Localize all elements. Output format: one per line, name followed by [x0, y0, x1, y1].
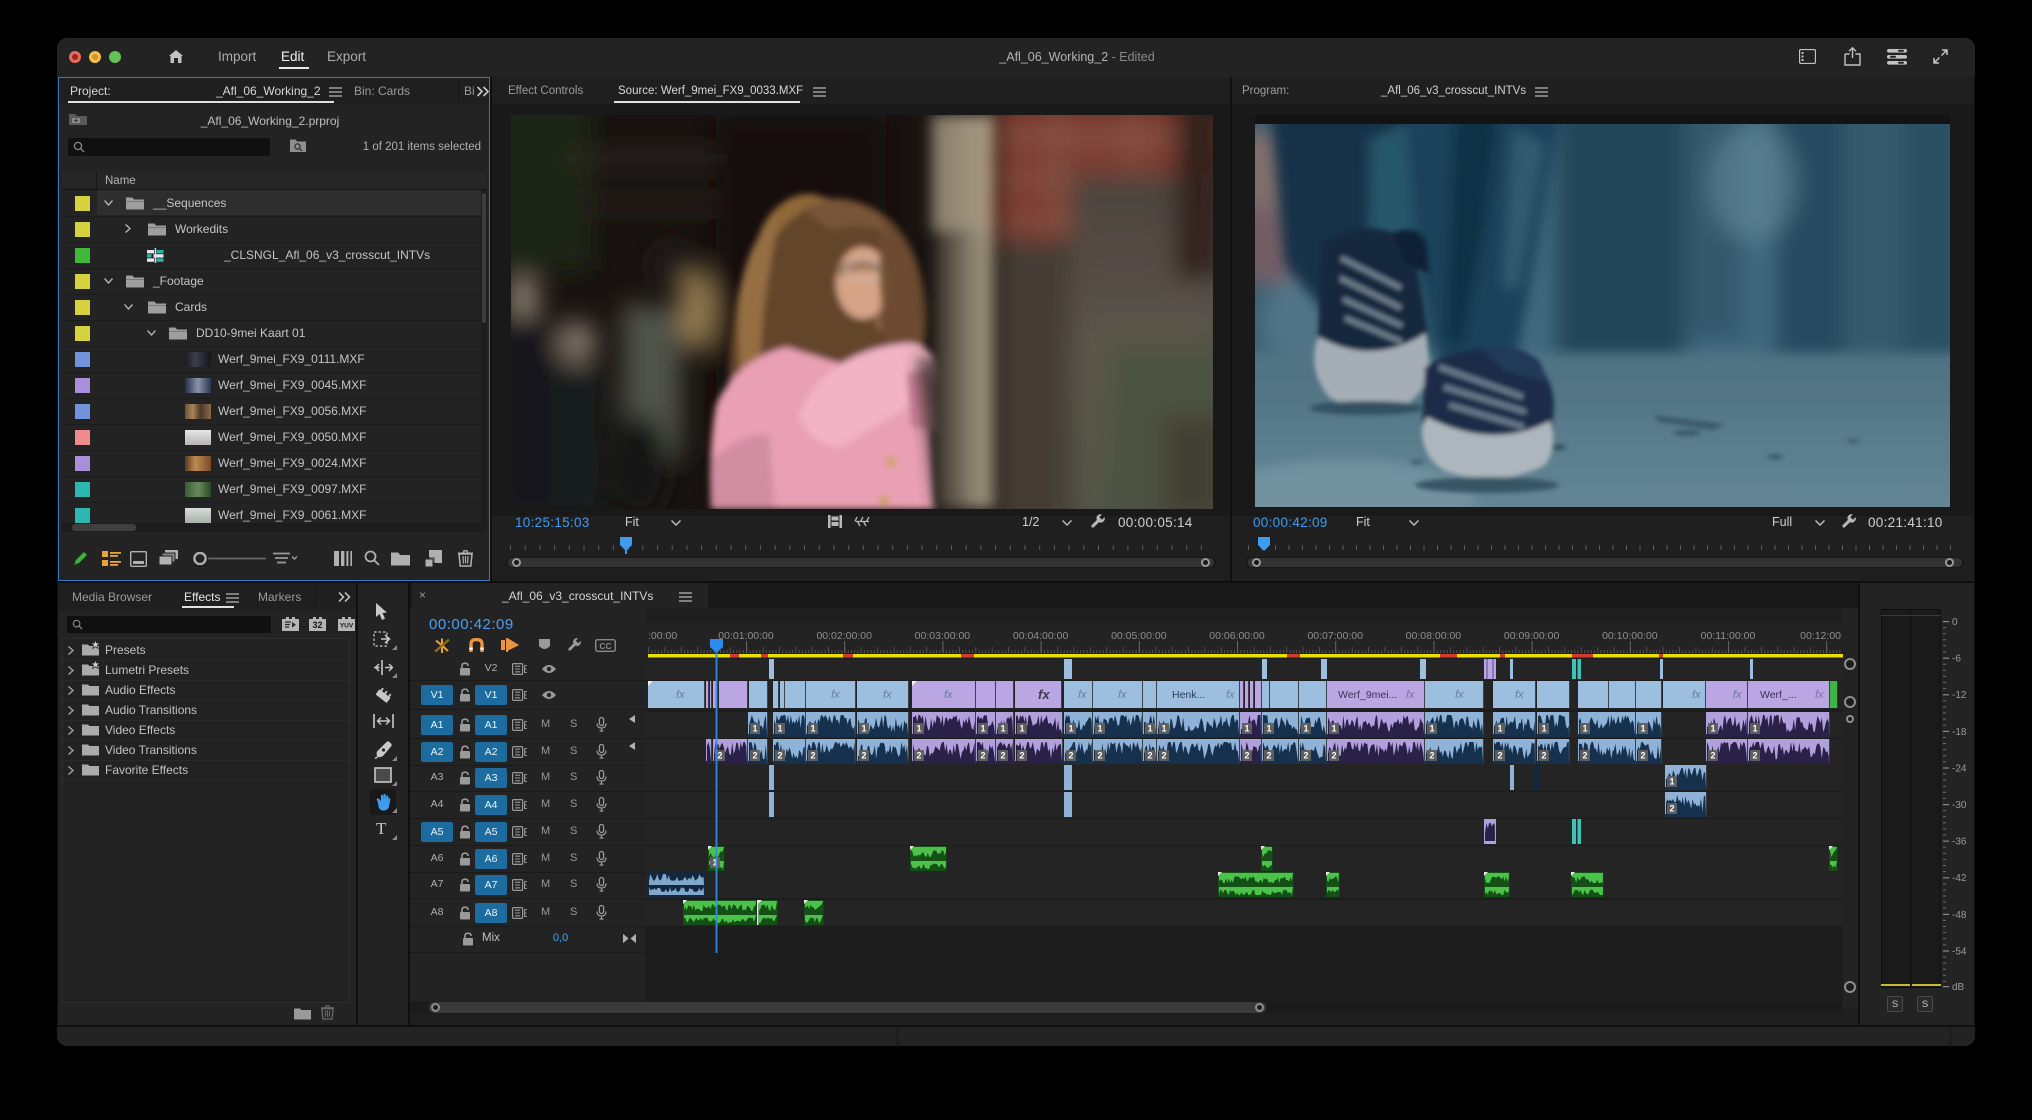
svg-text:1: 1 — [1331, 724, 1336, 734]
svg-text:2: 2 — [1640, 751, 1645, 761]
svg-text:1: 1 — [1019, 724, 1024, 734]
svg-text:00:06:00:00: 00:06:00:00 — [1209, 630, 1265, 642]
svg-text:00:09:00:00: 00:09:00:00 — [1504, 630, 1560, 642]
svg-text:fx: fx — [883, 689, 892, 701]
svg-text:fx: fx — [1815, 689, 1824, 701]
svg-text:2: 2 — [1303, 751, 1308, 761]
svg-text:2: 2 — [717, 751, 722, 761]
svg-text:1: 1 — [1000, 724, 1005, 734]
svg-text:-12: -12 — [1952, 690, 1967, 701]
svg-text:fx: fx — [1038, 687, 1050, 702]
svg-text:fx: fx — [1692, 689, 1701, 701]
svg-text:Henk...: Henk... — [1172, 689, 1205, 701]
svg-text:1: 1 — [1429, 724, 1434, 734]
svg-text:fx: fx — [1406, 689, 1415, 701]
svg-text:00:10:00:00: 00:10:00:00 — [1602, 630, 1658, 642]
svg-text:1: 1 — [1147, 724, 1152, 734]
svg-text:2: 2 — [1019, 751, 1024, 761]
svg-text:1: 1 — [1497, 724, 1502, 734]
svg-text:1: 1 — [1068, 724, 1073, 734]
svg-text:Werf_...: Werf_... — [1760, 689, 1797, 701]
svg-text:1: 1 — [1244, 724, 1249, 734]
svg-text:00:01:00:00: 00:01:00:00 — [718, 630, 774, 642]
svg-text:2: 2 — [777, 751, 782, 761]
svg-text:2: 2 — [1068, 751, 1073, 761]
svg-text:-42: -42 — [1952, 873, 1967, 884]
svg-text:1: 1 — [1640, 724, 1645, 734]
svg-text:2: 2 — [980, 751, 985, 761]
svg-text:2: 2 — [861, 751, 866, 761]
svg-text:fx: fx — [676, 689, 685, 701]
svg-text:fx: fx — [1226, 689, 1235, 701]
svg-text:00:02:00:00: 00:02:00:00 — [816, 630, 872, 642]
svg-text:2: 2 — [1161, 751, 1166, 761]
svg-text:2: 2 — [1429, 751, 1434, 761]
svg-text:2: 2 — [1244, 751, 1249, 761]
svg-text::00:00: :00:00 — [648, 630, 677, 642]
svg-text:fx: fx — [1078, 689, 1087, 701]
svg-text:-24: -24 — [1952, 763, 1967, 774]
svg-text:fx: fx — [944, 689, 953, 701]
svg-text:2: 2 — [916, 751, 921, 761]
svg-text:1: 1 — [1710, 724, 1715, 734]
svg-text:2: 2 — [810, 751, 815, 761]
svg-text:1: 1 — [916, 724, 921, 734]
svg-text:Werf_9mei...: Werf_9mei... — [1338, 689, 1397, 701]
svg-text:1: 1 — [752, 724, 757, 734]
svg-text:1: 1 — [1266, 724, 1271, 734]
svg-text:1: 1 — [861, 724, 866, 734]
svg-text:fx: fx — [1733, 689, 1742, 701]
svg-text:2: 2 — [1752, 751, 1757, 761]
svg-text:1: 1 — [1541, 724, 1546, 734]
svg-text:2: 2 — [1710, 751, 1715, 761]
svg-text:2: 2 — [1331, 751, 1336, 761]
svg-text:fx: fx — [1455, 689, 1464, 701]
svg-text:1: 1 — [1303, 724, 1308, 734]
svg-text:0: 0 — [1952, 617, 1958, 628]
svg-text:2: 2 — [1000, 751, 1005, 761]
svg-text:2: 2 — [1582, 751, 1587, 761]
svg-text:2: 2 — [1497, 751, 1502, 761]
svg-text:00:12:00: 00:12:00 — [1800, 630, 1841, 642]
svg-text:1: 1 — [1097, 724, 1102, 734]
svg-text:-30: -30 — [1952, 800, 1967, 811]
svg-text:YUV: YUV — [340, 623, 354, 630]
svg-text:2: 2 — [1147, 751, 1152, 761]
svg-text:-48: -48 — [1952, 910, 1967, 921]
svg-text:1: 1 — [1161, 724, 1166, 734]
svg-text:2: 2 — [1541, 751, 1546, 761]
svg-text:1: 1 — [1582, 724, 1587, 734]
svg-text:-36: -36 — [1952, 837, 1967, 848]
svg-text:2: 2 — [752, 751, 757, 761]
svg-text:1: 1 — [810, 724, 815, 734]
svg-text:00:08:00:00: 00:08:00:00 — [1406, 630, 1462, 642]
svg-text:2: 2 — [1097, 751, 1102, 761]
svg-text:00:05:00:00: 00:05:00:00 — [1111, 630, 1167, 642]
svg-text:32: 32 — [312, 620, 322, 630]
svg-text:fx: fx — [831, 689, 840, 701]
svg-text:-6: -6 — [1952, 654, 1961, 665]
svg-text:00:11:00:00: 00:11:00:00 — [1701, 630, 1756, 642]
svg-text:-54: -54 — [1952, 946, 1967, 957]
svg-text:1: 1 — [1669, 777, 1674, 787]
svg-text:2: 2 — [1669, 804, 1674, 814]
svg-text:2: 2 — [1266, 751, 1271, 761]
svg-text:1: 1 — [980, 724, 985, 734]
svg-text:1: 1 — [1752, 724, 1757, 734]
svg-text:dB: dB — [1952, 982, 1965, 993]
svg-text:-18: -18 — [1952, 727, 1967, 738]
svg-text:fx: fx — [1118, 689, 1127, 701]
svg-text:00:04:00:00: 00:04:00:00 — [1013, 630, 1069, 642]
svg-text:00:03:00:00: 00:03:00:00 — [915, 630, 971, 642]
svg-text:00:07:00:00: 00:07:00:00 — [1307, 630, 1363, 642]
svg-text:CC: CC — [599, 641, 611, 651]
svg-text:fx: fx — [1515, 689, 1524, 701]
svg-text:1: 1 — [777, 724, 782, 734]
